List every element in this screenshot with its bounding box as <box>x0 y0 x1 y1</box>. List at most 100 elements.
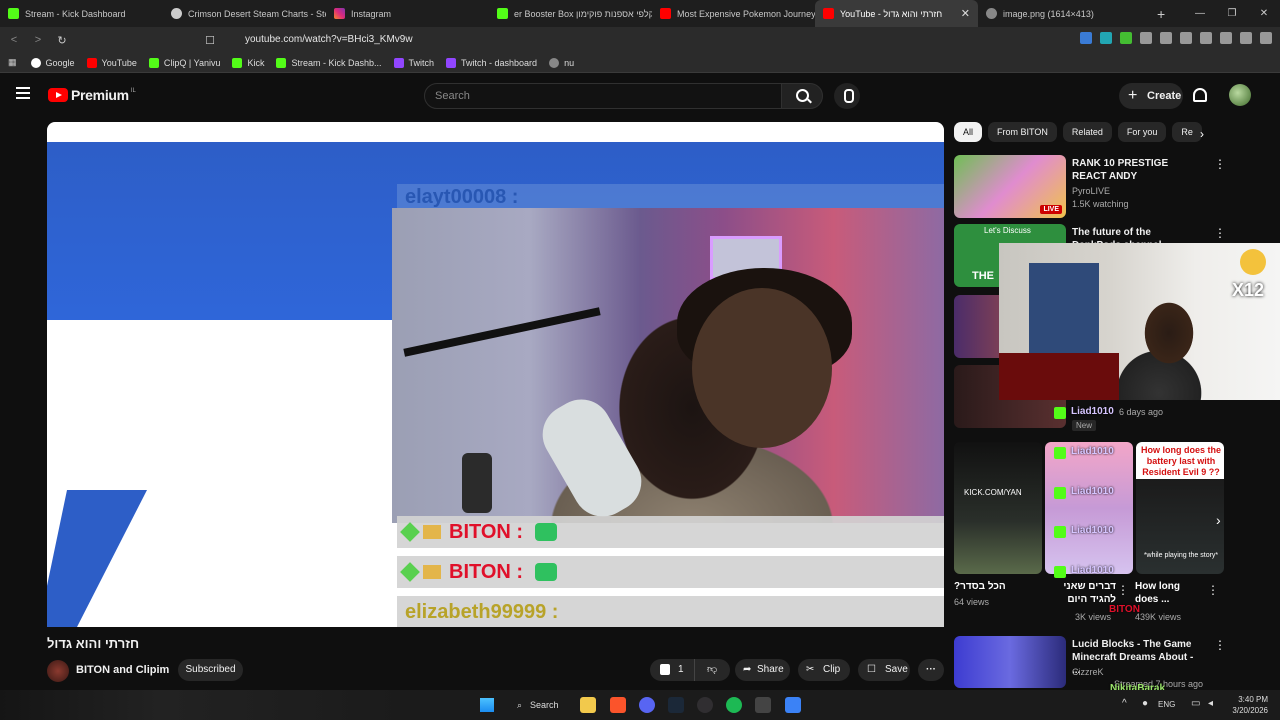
bookmark-item[interactable]: Twitch - dashboard <box>446 57 537 68</box>
bookmark-item[interactable]: Google <box>30 57 75 68</box>
chevron-right-icon[interactable]: › <box>1200 127 1204 141</box>
stream-chat-line: BITON : <box>397 556 944 588</box>
browser-tab[interactable]: Stream - Kick Dashboard <box>0 0 163 27</box>
chip-recently-uploaded[interactable]: Re <box>1172 122 1202 142</box>
kick-chat-name: Liad1010 <box>1071 565 1114 576</box>
browser-tab[interactable]: image.png (1614×413) <box>978 0 1141 27</box>
sidebar-icon[interactable] <box>1220 32 1232 44</box>
shelf-thumbnail[interactable]: How long does the battery last with Resi… <box>1136 442 1224 574</box>
extension-icon[interactable] <box>1100 32 1112 44</box>
logo-text: Premium <box>71 87 129 103</box>
youtube-logo[interactable]: Premium IL <box>48 87 136 103</box>
apps-grid-icon[interactable]: ▦ <box>8 57 17 68</box>
microphone-tray-icon[interactable]: ● <box>1142 698 1148 709</box>
new-tab-icon[interactable]: + <box>1157 6 1165 22</box>
browser-tab-active[interactable]: YouTube - חזרתי והוא גדול ✕ <box>815 0 978 27</box>
extension-icon[interactable] <box>1140 32 1152 44</box>
diamond-badge-icon <box>400 562 420 582</box>
more-options-icon[interactable]: ⋮ <box>1214 226 1226 240</box>
spotify-icon[interactable] <box>726 697 742 713</box>
back-icon[interactable]: < <box>4 34 24 46</box>
minimize-icon[interactable]: — <box>1184 8 1216 19</box>
chip-from-biton[interactable]: From BITON <box>988 122 1057 142</box>
discord-icon[interactable] <box>639 697 655 713</box>
video-title: RANK 10 PRESTIGE REACT ANDY <box>1072 158 1169 182</box>
close-tab-icon[interactable]: ✕ <box>961 7 970 20</box>
live-badge: LIVE <box>1040 205 1062 214</box>
more-options-icon[interactable]: ⋮ <box>1214 157 1226 171</box>
chip-all[interactable]: All <box>954 122 983 142</box>
shelf-title: ?הכל בסדר <box>954 581 1006 592</box>
voice-search-icon[interactable] <box>834 83 860 109</box>
notifications-bell-icon[interactable] <box>1193 88 1207 102</box>
save-button[interactable]: ☐ Save <box>858 659 910 681</box>
extension-icon[interactable] <box>1120 32 1132 44</box>
volume-icon[interactable]: ◂ <box>1208 698 1213 709</box>
google-icon <box>30 57 41 68</box>
hamburger-menu-icon[interactable] <box>16 87 30 99</box>
bookmark-item[interactable]: Twitch <box>393 57 434 68</box>
brave-icon[interactable] <box>610 697 626 713</box>
music-icon[interactable] <box>1200 32 1212 44</box>
chevron-right-icon[interactable]: › <box>1216 512 1221 528</box>
clip-button[interactable]: ✂ Clip <box>798 659 850 681</box>
more-actions-button[interactable]: ··· <box>918 659 944 681</box>
app-icon[interactable] <box>755 697 771 713</box>
bookmark-item[interactable]: Kick <box>232 57 264 68</box>
browser-tab[interactable]: er Booster Box קלפי אספנות פוקימון <box>489 0 652 27</box>
windows-start-icon[interactable] <box>480 698 494 712</box>
more-options-icon[interactable]: ⋮ <box>1214 638 1226 652</box>
reload-icon[interactable]: ↻ <box>52 34 72 47</box>
kick-chat-name: Liad1010 <box>1071 486 1114 497</box>
kick-icon <box>8 8 19 19</box>
shelf-thumbnail[interactable] <box>1045 442 1133 574</box>
extension-icon[interactable] <box>1080 32 1092 44</box>
channel-avatar[interactable] <box>47 660 69 682</box>
bookmark-item[interactable]: ClipQ | Yanivu <box>148 57 220 68</box>
subscribed-button[interactable]: Subscribed <box>178 659 243 681</box>
menu-icon[interactable] <box>1260 32 1272 44</box>
url-field[interactable]: youtube.com/watch?v=BHci3_KMv9w <box>215 31 940 49</box>
wallet-icon[interactable] <box>1240 32 1252 44</box>
restore-icon[interactable]: ❐ <box>1216 8 1248 19</box>
forward-icon[interactable]: > <box>28 34 48 46</box>
search-input[interactable]: Search <box>424 83 782 109</box>
download-icon[interactable] <box>1180 32 1192 44</box>
taskbar-search[interactable]: ⌕ Search <box>512 696 572 714</box>
create-button[interactable]: Create <box>1119 83 1183 109</box>
video-thumbnail: LIVE <box>954 155 1066 218</box>
bookmark-item[interactable]: Stream - Kick Dashb... <box>276 57 382 68</box>
browser-tab[interactable]: Crimson Desert Steam Charts - Stea <box>163 0 326 27</box>
video-player[interactable]: elayt00008 : BITON : BITON : elizabeth99… <box>47 122 944 627</box>
shelf-thumbnail[interactable]: KICK.COM/YAN <box>954 442 1042 574</box>
search-button[interactable] <box>781 83 823 109</box>
chip-for-you[interactable]: For you <box>1117 122 1167 142</box>
browser-tab[interactable]: Instagram <box>326 0 489 27</box>
bookmark-item[interactable]: YouTube <box>86 57 137 68</box>
chip-related[interactable]: Related <box>1062 122 1112 142</box>
multiplier-label: X12 <box>1232 280 1265 300</box>
obs-icon[interactable] <box>697 697 713 713</box>
recommended-video[interactable]: LIVE RANK 10 PRESTIGE REACT ANDY PyroLIV… <box>954 155 1226 221</box>
channel-name[interactable]: BITON and Clipim <box>76 664 169 676</box>
language-indicator[interactable]: ENG <box>1158 700 1175 709</box>
windows-taskbar: ⌕ Search ^ ● ENG ▭ ◂ 3:40 PM 3/20/2026 <box>0 690 1280 720</box>
share-button[interactable]: ➦ Share <box>735 659 790 681</box>
chair <box>999 353 1119 400</box>
more-options-icon[interactable]: ⋮ <box>1207 583 1219 597</box>
browser-tab[interactable]: Most Expensive Pokemon Journey T <box>652 0 815 27</box>
recommended-video[interactable]: Lucid Blocks - The Game Minecraft Dreams… <box>954 636 1226 689</box>
file-explorer-icon[interactable] <box>580 697 596 713</box>
dislike-button[interactable]: 👎︎ <box>707 659 717 681</box>
like-button[interactable]: 1 <box>650 659 695 681</box>
account-avatar[interactable] <box>1229 84 1251 106</box>
more-options-icon[interactable]: ⋮ <box>1117 583 1129 597</box>
app-icon[interactable] <box>785 697 801 713</box>
tray-chevron-icon[interactable]: ^ <box>1122 698 1127 709</box>
steam-icon[interactable] <box>668 697 684 713</box>
network-icon[interactable]: ▭ <box>1191 698 1200 709</box>
close-window-icon[interactable]: ✕ <box>1248 8 1280 19</box>
clock[interactable]: 3:40 PM 3/20/2026 <box>1232 694 1268 716</box>
bookmark-item[interactable]: nu <box>549 57 574 68</box>
extension-icon[interactable] <box>1160 32 1172 44</box>
